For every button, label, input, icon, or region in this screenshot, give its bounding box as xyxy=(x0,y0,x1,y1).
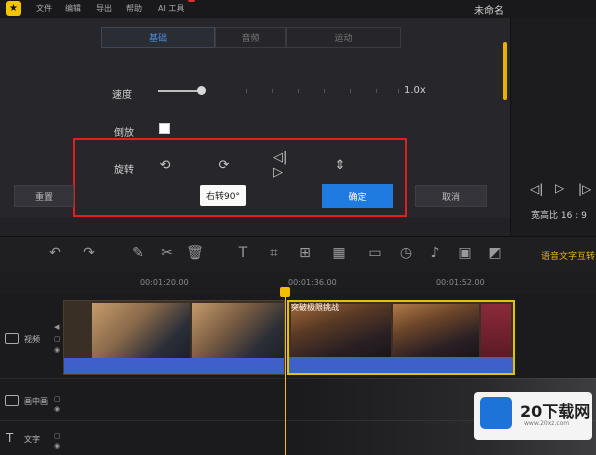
ruler-time: 00:01:52.00 xyxy=(436,278,485,287)
reverse-label: 倒放 xyxy=(114,128,134,139)
prev-frame-icon[interactable]: ◁| xyxy=(530,182,543,196)
clip-thumbnail xyxy=(192,303,284,358)
text-icon[interactable]: T xyxy=(234,244,252,262)
next-frame-icon[interactable]: |▷ xyxy=(578,182,591,196)
ruler-time: 00:01:36.00 xyxy=(288,278,337,287)
menu-edit[interactable]: 编辑 xyxy=(65,3,81,14)
speed-tick xyxy=(350,89,351,93)
cancel-button[interactable]: 取消 xyxy=(415,185,487,207)
ruler-time: 00:01:20.00 xyxy=(140,278,189,287)
microphone-icon[interactable]: ♪ xyxy=(426,244,444,262)
lock-icon[interactable]: ▢ xyxy=(54,335,61,343)
lock-icon[interactable]: ▢ xyxy=(54,395,61,403)
clip-thumbnail xyxy=(481,304,511,359)
split-icon[interactable]: ✂ xyxy=(158,244,176,262)
reset-button[interactable]: 重置 xyxy=(14,185,74,207)
speed-slider-fill xyxy=(158,90,202,92)
track-label-text: 文字 xyxy=(24,435,40,444)
undo-icon[interactable]: ↶ xyxy=(46,244,64,262)
speed-tick xyxy=(246,89,247,93)
video-track-icon xyxy=(5,333,19,344)
eye-icon[interactable]: ◉ xyxy=(54,405,60,413)
aspect-ratio-label: 宽高比 xyxy=(531,211,559,221)
speed-label: 速度 xyxy=(112,90,132,101)
aspect-ratio-value: 16 : 9 xyxy=(560,211,587,221)
crop-icon[interactable]: ⌗ xyxy=(265,244,283,262)
menu-file[interactable]: 文件 xyxy=(36,3,52,14)
tab-audio[interactable]: 音频 xyxy=(215,27,286,48)
delete-icon[interactable]: 🗑 xyxy=(186,244,204,262)
eye-icon[interactable]: ◉ xyxy=(54,346,60,354)
picture-icon[interactable]: ▭ xyxy=(366,244,384,262)
audio-waveform xyxy=(289,357,513,373)
speed-tick xyxy=(324,89,325,93)
mosaic-icon[interactable]: ▦ xyxy=(330,244,348,262)
lock-icon[interactable]: ▢ xyxy=(54,432,61,440)
playhead[interactable] xyxy=(285,294,286,455)
clip-thumbnail xyxy=(92,303,190,358)
speed-value: 1.0x xyxy=(404,85,426,96)
track-label-video: 视频 xyxy=(24,335,40,344)
speech-text-convert-button[interactable]: 语音文字互转 xyxy=(541,249,595,262)
pen-icon[interactable]: ✎ xyxy=(129,244,147,262)
clip-title: 突破极限挑战 xyxy=(291,303,339,312)
preview-panel xyxy=(510,18,596,236)
eye-icon[interactable]: ◉ xyxy=(54,442,60,450)
menu-help[interactable]: 帮助 xyxy=(126,3,142,14)
redo-icon[interactable]: ↷ xyxy=(80,244,98,262)
menu-export[interactable]: 导出 xyxy=(96,3,112,14)
panel-scrollbar[interactable] xyxy=(503,42,507,100)
speed-tick xyxy=(398,89,399,93)
aspect-ratio[interactable]: 宽高比 16 : 9 xyxy=(531,208,587,221)
watermark-logo xyxy=(480,397,512,429)
tab-motion[interactable]: 运动 xyxy=(286,27,401,48)
track-label-pip: 画中画 xyxy=(24,397,48,406)
confirm-button[interactable]: 确定 xyxy=(322,184,393,208)
reverse-checkbox[interactable] xyxy=(159,123,170,134)
edit-panel-footer xyxy=(0,218,510,236)
speed-tick xyxy=(272,89,273,93)
speed-tick xyxy=(376,89,377,93)
menu-ai-tools[interactable]: AI 工具 xyxy=(158,3,184,14)
watermark-url: www.20xz.com xyxy=(524,420,570,427)
audio-waveform xyxy=(64,358,284,374)
text-track-icon: T xyxy=(6,431,14,445)
project-title: 未命名 xyxy=(474,6,504,17)
play-icon[interactable]: ▷ xyxy=(555,181,564,195)
speaker-icon[interactable]: ◀ xyxy=(54,323,59,331)
screen-record-icon[interactable]: ▣ xyxy=(456,244,474,262)
fill-icon[interactable]: ◩ xyxy=(486,244,504,262)
speed-tick xyxy=(298,89,299,93)
new-badge xyxy=(188,0,195,2)
pip-track-icon xyxy=(5,395,19,406)
timer-icon[interactable]: ◷ xyxy=(397,244,415,262)
tab-basic[interactable]: 基础 xyxy=(101,27,215,48)
video-clip[interactable] xyxy=(63,300,285,375)
clip-thumbnail xyxy=(393,304,479,359)
watermark-brand: 20下载网 xyxy=(520,402,591,421)
app-logo: ★ xyxy=(6,1,21,16)
add-frame-icon[interactable]: ⊞ xyxy=(296,244,314,262)
title-bar xyxy=(0,0,596,18)
rotate-tooltip: 右转90° xyxy=(200,185,246,206)
